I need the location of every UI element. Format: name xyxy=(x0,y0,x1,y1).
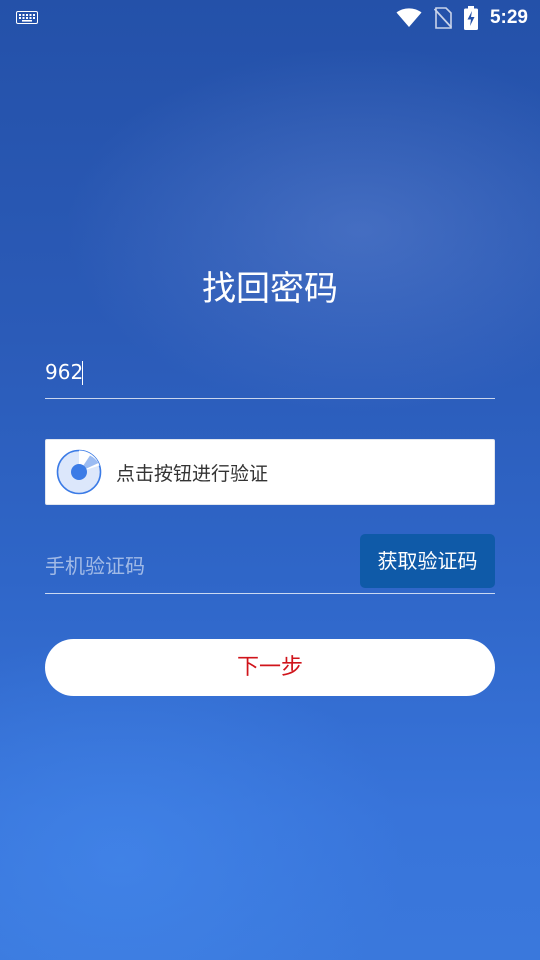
captcha-verify-button[interactable]: 点击按钮进行验证 xyxy=(45,439,495,505)
wifi-icon xyxy=(396,8,422,27)
sms-code-input[interactable] xyxy=(45,548,345,584)
page-title: 找回密码 xyxy=(202,269,338,309)
account-input[interactable] xyxy=(45,352,495,392)
keyboard-icon xyxy=(16,11,38,24)
next-button[interactable]: 下一步 xyxy=(45,639,495,696)
status-time: 5:29 xyxy=(489,7,528,28)
text-cursor xyxy=(82,361,83,385)
account-field[interactable] xyxy=(45,352,495,399)
status-bar: 5:29 xyxy=(0,0,540,36)
get-code-button[interactable]: 获取验证码 xyxy=(360,534,495,588)
verify-label: 点击按钮进行验证 xyxy=(116,462,269,485)
no-sim-icon xyxy=(433,7,452,29)
sms-code-field: 获取验证码 xyxy=(45,534,495,594)
status-icons: 5:29 xyxy=(396,5,528,31)
verify-icon xyxy=(56,449,102,495)
battery-charging-icon xyxy=(463,6,478,30)
